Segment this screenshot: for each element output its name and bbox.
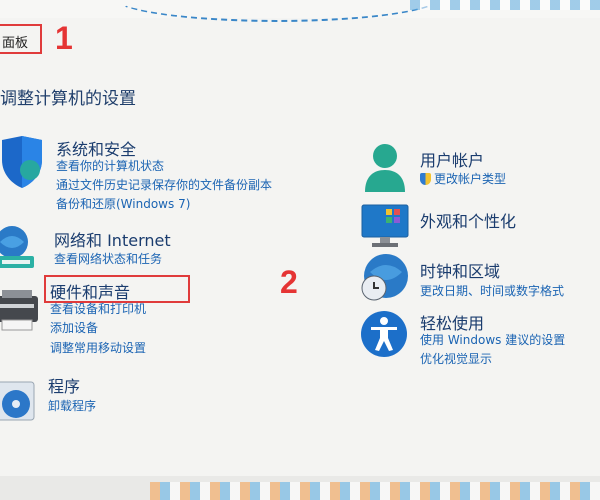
link-network-status[interactable]: 查看网络状态和任务 [54, 250, 162, 269]
link-change-date-time-format[interactable]: 更改日期、时间或数字格式 [420, 282, 564, 301]
category-user-accounts[interactable]: 用户帐户 [420, 147, 484, 171]
link-change-account-type[interactable]: 更改帐户类型 [420, 170, 506, 189]
category-appearance[interactable]: 外观和个性化 [420, 208, 516, 232]
annotation-marker-2: 2 [280, 264, 298, 300]
link-optimize-visual-display[interactable]: 优化视觉显示 [420, 350, 492, 369]
top-arc-decor [110, 0, 444, 22]
link-backup-restore[interactable]: 备份和还原(Windows 7) [56, 195, 190, 214]
shield-icon[interactable] [0, 134, 46, 190]
appearance-monitor-icon[interactable] [360, 203, 412, 249]
user-account-icon[interactable] [362, 142, 408, 194]
breadcrumb-highlight[interactable]: 面板 [0, 24, 42, 54]
link-mobility-settings[interactable]: 调整常用移动设置 [50, 339, 146, 358]
page-title: 调整计算机的设置 [0, 89, 136, 109]
link-uninstall-program[interactable]: 卸载程序 [48, 397, 96, 416]
printer-icon[interactable] [0, 290, 44, 332]
top-checker-decor [410, 0, 600, 10]
clock-globe-icon[interactable] [360, 252, 410, 304]
category-network-internet[interactable]: 网络和 Internet [54, 227, 171, 251]
link-file-history-backup[interactable]: 通过文件历史记录保存你的文件备份副本 [56, 176, 272, 195]
network-globe-icon[interactable] [0, 222, 40, 272]
category-clock-region[interactable]: 时钟和区域 [420, 258, 500, 282]
uac-shield-icon [420, 173, 431, 185]
bottom-checker-decor [150, 482, 600, 500]
category-programs[interactable]: 程序 [48, 373, 80, 397]
link-add-device[interactable]: 添加设备 [50, 319, 98, 338]
annotation-marker-1: 1 [55, 20, 73, 56]
link-view-computer-status[interactable]: 查看你的计算机状态 [56, 157, 164, 176]
breadcrumb[interactable]: 面板 [2, 32, 28, 51]
link-change-account-type-label: 更改帐户类型 [434, 172, 507, 186]
accessibility-icon[interactable] [360, 308, 410, 360]
programs-disc-icon[interactable] [0, 378, 38, 424]
link-devices-printers[interactable]: 查看设备和打印机 [50, 300, 146, 319]
link-windows-recommended-settings[interactable]: 使用 Windows 建议的设置 [420, 331, 565, 350]
